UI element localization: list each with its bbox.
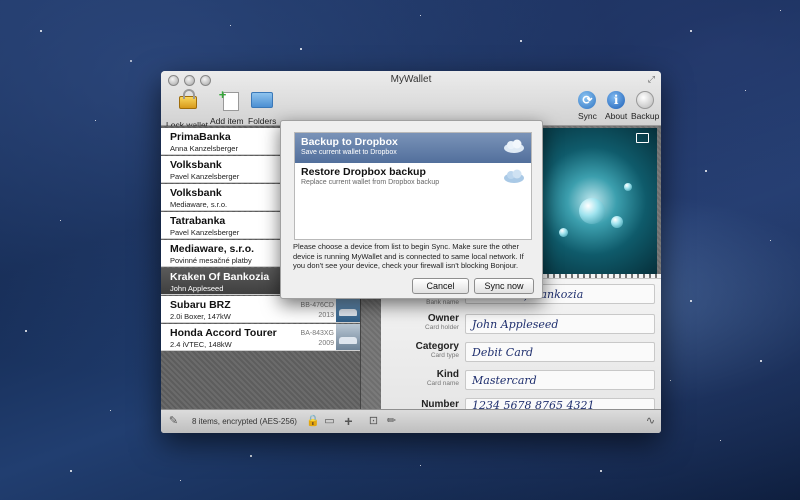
sync-option-list[interactable]: Backup to Dropbox Save current wallet to… <box>294 132 532 240</box>
backup-button[interactable]: Backup <box>631 89 659 121</box>
list-item[interactable]: Subaru BRZ 2.0i Boxer, 147kW BB-476CD 20… <box>161 296 360 323</box>
item-photo[interactable] <box>539 128 657 274</box>
kind-sublabel: Card name <box>426 380 459 387</box>
sync-label: Sync <box>578 111 597 121</box>
export-icon[interactable]: ⊡ <box>368 416 379 427</box>
lock-icon <box>178 89 198 118</box>
about-label: About <box>605 111 628 121</box>
sync-instructions: Please choose a device from list to begi… <box>293 242 524 270</box>
bottom-bar: ✎ 8 items, encrypted (AES-256) 🔒 ▭ + ⊡ ✏… <box>161 409 661 433</box>
folders-button[interactable]: Folders <box>248 89 276 126</box>
category-label: Category <box>415 341 459 352</box>
add-icon[interactable]: + <box>343 414 354 428</box>
folder-icon <box>251 92 274 114</box>
car-info: BA-843XG 2009 <box>300 330 334 347</box>
owner-sublabel: Card holder <box>425 324 459 331</box>
category-sublabel: Card type <box>430 352 459 359</box>
sync-icon: ⟳ <box>578 91 597 109</box>
cancel-button[interactable]: Cancel <box>412 278 469 294</box>
fullscreen-icon[interactable]: ⤢ <box>648 74 655 85</box>
kind-field[interactable]: Mastercard <box>465 370 655 390</box>
car-thumbnail <box>336 296 360 322</box>
owner-label: Owner <box>427 313 459 324</box>
add-item-label: Add item <box>210 116 244 126</box>
car-thumbnail <box>336 324 360 350</box>
car-info: BB-476CD 2013 <box>300 302 334 319</box>
bank-sublabel: Bank name <box>426 299 459 306</box>
owner-field[interactable]: John Appleseed <box>465 314 655 334</box>
lock-icon[interactable]: 🔒 <box>306 416 320 427</box>
backup-label: Backup <box>631 111 660 121</box>
category-field[interactable]: Debit Card <box>465 342 655 362</box>
backup-to-dropbox-option[interactable]: Backup to Dropbox Save current wallet to… <box>295 133 531 163</box>
new-folder-icon[interactable]: ▭ <box>324 416 335 427</box>
title-bar: MyWallet ⤢ Lock wallet + Add item Folder… <box>161 71 661 130</box>
info-icon: i <box>607 91 626 109</box>
folders-label: Folders <box>248 116 277 126</box>
lock-wallet-button[interactable]: Lock wallet <box>166 89 208 130</box>
pencil-icon[interactable]: ✏ <box>386 416 397 427</box>
cloud-icon <box>504 139 524 153</box>
status-text: 8 items, encrypted (AES-256) <box>192 417 297 426</box>
cloud-icon <box>504 169 524 183</box>
activity-icon[interactable]: ∿ <box>645 416 656 427</box>
add-item-button[interactable]: + Add item <box>210 88 244 126</box>
sync-popover: Backup to Dropbox Save current wallet to… <box>280 120 543 299</box>
monitor-icon[interactable] <box>636 133 649 143</box>
list-item[interactable]: Honda Accord Tourer 2.4 iVTEC, 148kW BA-… <box>161 324 360 351</box>
backup-disc-icon <box>636 91 655 109</box>
add-item-icon: + <box>219 88 239 114</box>
about-button[interactable]: i About <box>605 89 627 121</box>
restore-dropbox-backup-option[interactable]: Restore Dropbox backup Replace current w… <box>295 163 531 193</box>
sync-now-button[interactable]: Sync now <box>474 278 534 294</box>
window-title: MyWallet <box>390 74 432 85</box>
kind-label: Kind <box>436 369 459 380</box>
edit-note-icon[interactable]: ✎ <box>168 416 179 427</box>
sync-button[interactable]: ⟳ Sync <box>578 89 597 121</box>
